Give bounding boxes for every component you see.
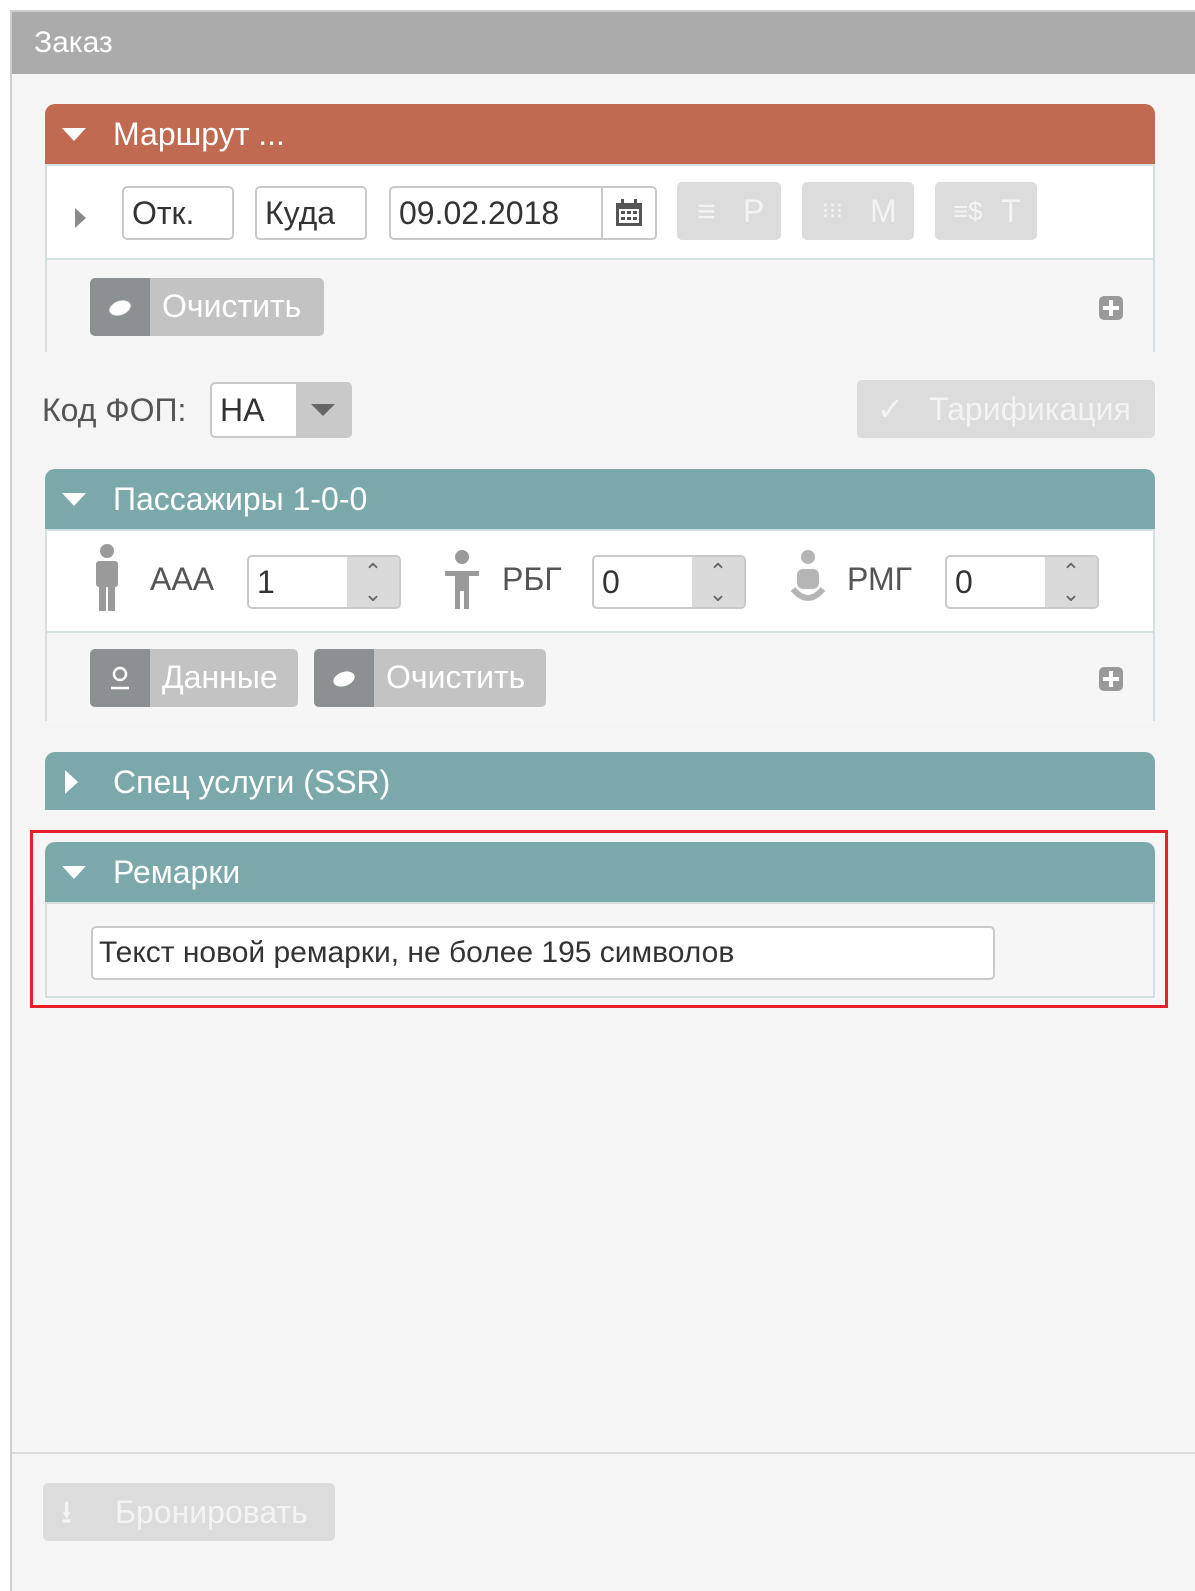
route-section-title: Маршрут ... <box>113 116 285 152</box>
fop-select[interactable]: НА <box>210 382 352 438</box>
route-section-header[interactable]: Маршрут ... <box>45 104 1155 164</box>
origin-field[interactable]: Отк. <box>122 186 234 240</box>
route-section-body: Отк. Куда 09.02.2018 ≡ Р ⁝⁝⁝ М ≡$ Т Очис… <box>45 164 1155 354</box>
fop-label: Код ФОП: <box>42 392 187 428</box>
child-icon <box>441 549 483 618</box>
remarks-highlight-frame <box>30 830 1168 1008</box>
stepper-arrows[interactable]: ⌃ ⌄ <box>347 557 399 607</box>
infant-icon <box>787 549 829 616</box>
eraser-icon <box>90 278 150 336</box>
download-icon: ⭳ <box>61 1494 73 1530</box>
destination-field[interactable]: Куда <box>255 186 367 240</box>
ssr-section-title: Спец услуги (SSR) <box>113 764 391 800</box>
route-actions-bar: Очистить <box>47 258 1153 354</box>
adult-count-stepper[interactable]: 1 ⌃ ⌄ <box>247 555 401 609</box>
date-value: 09.02.2018 <box>399 195 560 231</box>
passengers-section-body: ААА 1 ⌃ ⌄ РБГ 0 ⌃ ⌄ РМГ 0 ⌃ ⌄ Данные Очи… <box>45 529 1155 723</box>
route-t-button[interactable]: ≡$ Т <box>935 182 1037 240</box>
panel-title: Заказ <box>12 12 1195 74</box>
stepper-arrows[interactable]: ⌃ ⌄ <box>692 557 744 607</box>
expand-row-icon[interactable] <box>75 208 86 228</box>
calendar-icon[interactable] <box>601 188 655 238</box>
adult-label: ААА <box>150 561 215 597</box>
eraser-icon <box>314 649 374 707</box>
tariff-list-icon: ≡$ <box>953 196 983 226</box>
user-icon <box>90 649 150 707</box>
passengers-actions-bar: Данные Очистить <box>47 631 1153 723</box>
route-m-button[interactable]: ⁝⁝⁝ М <box>802 182 914 240</box>
child-count-stepper[interactable]: 0 ⌃ ⌄ <box>592 555 746 609</box>
infant-label: РМГ <box>847 561 912 597</box>
passengers-clear-button[interactable]: Очистить <box>314 649 546 707</box>
collapse-arrow-icon <box>62 493 86 506</box>
route-r-button[interactable]: ≡ Р <box>677 182 781 240</box>
add-passenger-icon[interactable] <box>1099 667 1123 691</box>
list-icon: ≡ <box>697 193 716 229</box>
tariff-button[interactable]: ✓ Тарификация <box>857 380 1155 438</box>
child-label: РБГ <box>502 561 562 597</box>
passengers-section-title: Пассажиры 1-0-0 <box>113 481 368 517</box>
chevron-down-icon <box>296 384 350 436</box>
collapse-arrow-icon <box>62 128 86 141</box>
grid-icon: ⁝⁝⁝ <box>822 198 843 223</box>
route-clear-button[interactable]: Очистить <box>90 278 324 336</box>
ssr-section-header[interactable]: Спец услуги (SSR) <box>45 752 1155 810</box>
date-field[interactable]: 09.02.2018 <box>389 186 657 240</box>
infant-count-stepper[interactable]: 0 ⌃ ⌄ <box>945 555 1099 609</box>
footer-divider <box>12 1452 1195 1454</box>
stepper-arrows[interactable]: ⌃ ⌄ <box>1045 557 1097 607</box>
book-button[interactable]: ⭳ Бронировать <box>43 1483 335 1541</box>
order-panel: Заказ Маршрут ... Отк. Куда 09.02.2018 ≡… <box>10 10 1195 1591</box>
expand-arrow-icon <box>65 770 78 794</box>
adult-icon <box>89 543 125 618</box>
check-icon: ✓ <box>877 391 904 427</box>
add-route-icon[interactable] <box>1099 296 1123 320</box>
fop-value: НА <box>220 392 265 428</box>
passengers-section-header[interactable]: Пассажиры 1-0-0 <box>45 469 1155 529</box>
passenger-data-button[interactable]: Данные <box>90 649 298 707</box>
